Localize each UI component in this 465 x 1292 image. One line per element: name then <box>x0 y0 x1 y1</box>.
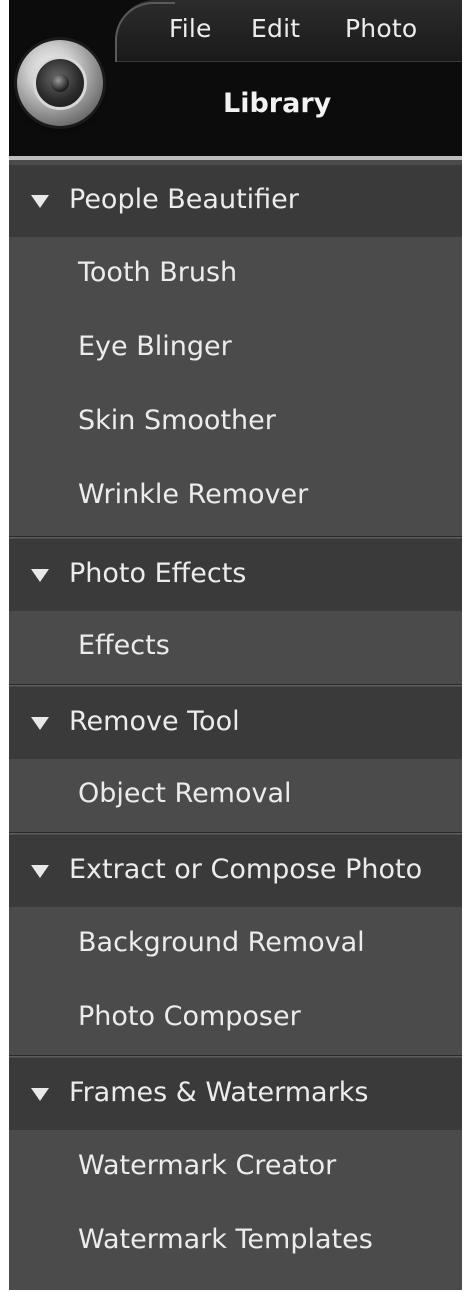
menu-edit[interactable]: Edit <box>251 14 300 43</box>
menu-bar: File Edit Photo <box>115 0 462 62</box>
tool-item-skin-smoother[interactable]: Skin Smoother <box>9 385 462 457</box>
section-title: Remove Tool <box>69 706 240 737</box>
tool-item-label: Watermark Creator <box>78 1150 337 1181</box>
tool-item-tooth-brush[interactable]: Tooth Brush <box>9 237 462 309</box>
app-header: File Edit Photo Library <box>9 0 462 160</box>
tool-item-object-removal[interactable]: Object Removal <box>9 758 462 830</box>
section-divider <box>9 1055 462 1057</box>
library-title: Library <box>223 88 332 119</box>
camera-lens-icon[interactable] <box>17 40 103 126</box>
triangle-down-icon <box>31 865 49 878</box>
section-title: Frames & Watermarks <box>69 1077 369 1108</box>
section-header-people-beautifier[interactable]: People Beautifier <box>9 165 462 237</box>
tool-item-label: Eye Blinger <box>78 331 232 362</box>
lens-ring <box>33 56 87 110</box>
section-divider <box>9 684 462 686</box>
tool-item-effects[interactable]: Effects <box>9 610 462 682</box>
tool-item-background-removal[interactable]: Background Removal <box>9 907 462 979</box>
section-title: Photo Effects <box>69 558 247 589</box>
tool-item-eye-blinger[interactable]: Eye Blinger <box>9 311 462 383</box>
section-header-remove-tool[interactable]: Remove Tool <box>9 687 462 759</box>
tool-item-label: Watermark Templates <box>78 1224 373 1255</box>
menu-photo[interactable]: Photo <box>345 14 417 43</box>
triangle-down-icon <box>31 195 49 208</box>
section-header-frames-and-watermarks[interactable]: Frames & Watermarks <box>9 1058 462 1130</box>
section-divider <box>9 832 462 834</box>
tool-item-watermark-creator[interactable]: Watermark Creator <box>9 1130 462 1202</box>
tool-item-wrinkle-remover[interactable]: Wrinkle Remover <box>9 459 462 531</box>
tool-item-watermark-templates[interactable]: Watermark Templates <box>9 1204 462 1276</box>
tool-item-label: Photo Composer <box>78 1001 301 1032</box>
tool-item-label: Background Removal <box>78 927 365 958</box>
triangle-down-icon <box>31 717 49 730</box>
menu-file[interactable]: File <box>169 14 212 43</box>
menu-tab-curve <box>115 2 175 62</box>
triangle-down-icon <box>31 569 49 582</box>
triangle-down-icon <box>31 1088 49 1101</box>
section-header-photo-effects[interactable]: Photo Effects <box>9 539 462 611</box>
header-divider <box>9 156 462 160</box>
section-divider <box>9 536 462 538</box>
section-title: Extract or Compose Photo <box>69 854 423 885</box>
library-panel: File Edit Photo Library People Beautifie… <box>9 0 462 1290</box>
lens-center <box>51 74 69 92</box>
section-header-extract-or-compose-photo[interactable]: Extract or Compose Photo <box>9 835 462 907</box>
section-title: People Beautifier <box>69 184 299 215</box>
tool-item-label: Effects <box>78 630 170 661</box>
tool-item-label: Object Removal <box>78 778 292 809</box>
tool-item-photo-composer[interactable]: Photo Composer <box>9 981 462 1053</box>
tool-item-label: Skin Smoother <box>78 405 276 436</box>
tool-item-label: Tooth Brush <box>78 257 238 288</box>
tool-item-label: Wrinkle Remover <box>78 479 309 510</box>
